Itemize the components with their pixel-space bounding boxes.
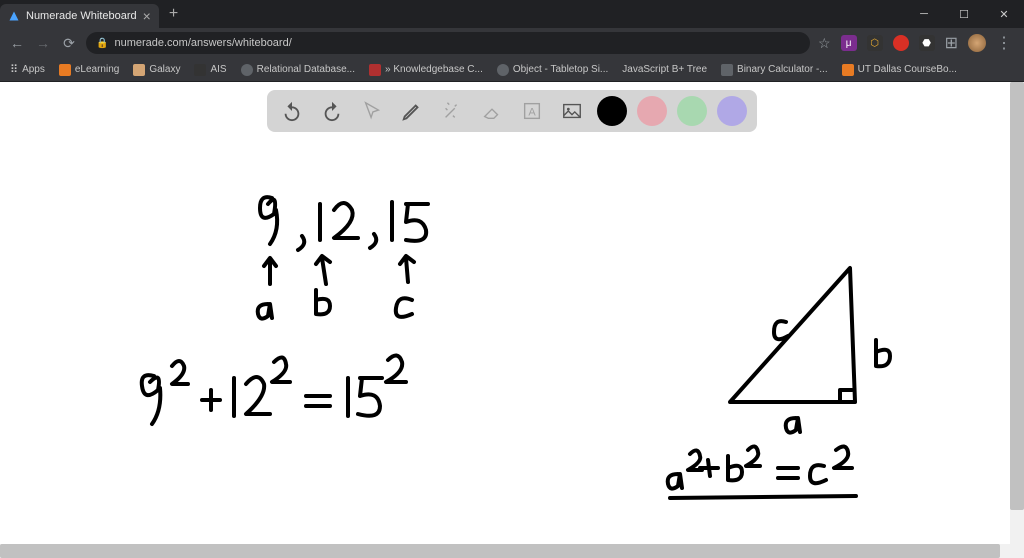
browser-tab[interactable]: Numerade Whiteboard × (0, 4, 159, 28)
bookmark-item[interactable]: Galaxy (133, 64, 180, 76)
bookmark-label: Apps (22, 64, 45, 75)
bookmark-label: eLearning (75, 64, 119, 75)
bookmark-item[interactable]: JavaScript B+ Tree (622, 64, 707, 75)
reload-button[interactable]: ⟳ (60, 34, 78, 52)
bookmark-favicon-icon (133, 64, 145, 76)
star-icon[interactable]: ☆ (818, 35, 831, 52)
whiteboard-canvas[interactable] (0, 82, 1024, 558)
extension-icon-4[interactable]: ⬣ (919, 35, 935, 51)
bookmark-label: UT Dallas CourseBo... (858, 64, 957, 75)
whiteboard-content[interactable]: A (0, 82, 1024, 558)
url-input[interactable]: 🔒 numerade.com/answers/whiteboard/ (86, 32, 810, 54)
back-button[interactable]: ← (8, 34, 26, 52)
minimize-button[interactable]: ─ (904, 0, 944, 28)
bookmark-label: Binary Calculator -... (737, 64, 828, 75)
profile-avatar[interactable] (968, 34, 986, 52)
bookmark-label: Object - Tabletop Si... (513, 64, 608, 75)
url-text: numerade.com/answers/whiteboard/ (114, 37, 291, 49)
apps-button[interactable]: ⠿ Apps (10, 63, 45, 76)
toolbar-right: ☆ μ ⬡ ⬣ ⊞ ⋮ (818, 33, 1016, 53)
new-tab-button[interactable]: + (159, 5, 188, 23)
extension-icon-2[interactable]: ⬡ (867, 35, 883, 51)
tab-favicon-icon (8, 10, 20, 22)
bookmark-item[interactable]: Binary Calculator -... (721, 64, 828, 76)
bookmark-item[interactable]: » Knowledgebase C... (369, 64, 483, 76)
bookmark-label: » Knowledgebase C... (385, 64, 483, 75)
extensions-icon[interactable]: ⊞ (945, 33, 958, 53)
menu-icon[interactable]: ⋮ (996, 33, 1012, 53)
forward-button[interactable]: → (34, 34, 52, 52)
tab-strip: Numerade Whiteboard × + (0, 0, 188, 28)
extension-icon-3[interactable] (893, 35, 909, 51)
bookmark-item[interactable]: eLearning (59, 64, 119, 76)
bookmark-item[interactable]: AIS (194, 64, 226, 76)
bookmark-favicon-icon (497, 64, 509, 76)
bookmark-item[interactable]: Object - Tabletop Si... (497, 64, 608, 76)
bookmarks-bar: ⠿ Apps eLearning Galaxy AIS Relational D… (0, 58, 1024, 82)
scroll-thumb[interactable] (1010, 82, 1024, 510)
tab-title: Numerade Whiteboard (26, 10, 137, 22)
tab-close-icon[interactable]: × (143, 9, 151, 23)
bookmark-favicon-icon (842, 64, 854, 76)
horizontal-scrollbar[interactable] (0, 544, 1010, 558)
close-window-button[interactable]: ✕ (984, 0, 1024, 28)
bookmark-item[interactable]: Relational Database... (241, 64, 355, 76)
bookmark-favicon-icon (369, 64, 381, 76)
bookmark-favicon-icon (721, 64, 733, 76)
address-bar: ← → ⟳ 🔒 numerade.com/answers/whiteboard/… (0, 28, 1024, 58)
maximize-button[interactable]: ☐ (944, 0, 984, 28)
extension-icon-1[interactable]: μ (841, 35, 857, 51)
scroll-thumb[interactable] (0, 544, 1000, 558)
bookmark-favicon-icon (194, 64, 206, 76)
bookmark-item[interactable]: UT Dallas CourseBo... (842, 64, 957, 76)
browser-titlebar: Numerade Whiteboard × + ─ ☐ ✕ (0, 0, 1024, 28)
bookmark-label: Galaxy (149, 64, 180, 75)
bookmark-favicon-icon (59, 64, 71, 76)
window-controls: ─ ☐ ✕ (904, 0, 1024, 28)
bookmark-label: JavaScript B+ Tree (622, 64, 707, 75)
bookmark-label: Relational Database... (257, 64, 355, 75)
vertical-scrollbar[interactable] (1010, 82, 1024, 558)
apps-grid-icon: ⠿ (10, 63, 18, 76)
bookmark-label: AIS (210, 64, 226, 75)
bookmark-favicon-icon (241, 64, 253, 76)
lock-icon: 🔒 (96, 38, 108, 49)
